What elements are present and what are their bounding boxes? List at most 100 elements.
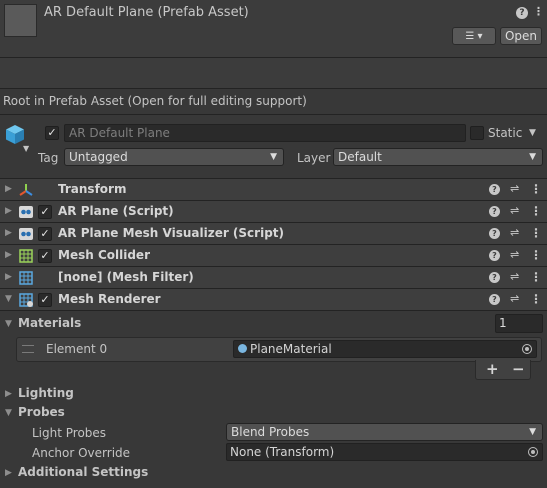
additional-settings-label[interactable]: Additional Settings [18, 465, 148, 479]
preset-icon[interactable]: ⇌ [510, 182, 519, 195]
chevron-down-icon: ▼ [270, 152, 277, 162]
materials-label: Materials [18, 316, 82, 330]
mesh-filter-icon [19, 271, 33, 285]
object-picker-icon[interactable] [522, 344, 532, 354]
material-object-field[interactable]: PlaneMaterial [233, 340, 537, 358]
static-label: Static [488, 126, 523, 140]
component-name: AR Plane (Script) [58, 204, 174, 218]
component-name: [none] (Mesh Filter) [58, 270, 194, 284]
lighting-label[interactable]: Lighting [18, 386, 74, 400]
component-enabled-checkbox[interactable]: ✓ [38, 227, 52, 241]
active-checkbox[interactable]: ✓ [45, 126, 59, 140]
component-mesh-renderer[interactable]: ▼ ✓ Mesh Renderer ? ⇌ ⋮ [0, 288, 547, 310]
list-add-remove-bar: + − [475, 360, 531, 380]
preset-icon[interactable]: ⇌ [510, 292, 519, 305]
foldout-arrow-icon[interactable]: ▼ [5, 294, 12, 304]
preset-icon[interactable]: ⇌ [510, 226, 519, 239]
anchor-override-field[interactable]: None (Transform) [226, 443, 543, 461]
mesh-collider-icon [19, 249, 33, 263]
component-mesh-collider[interactable]: ▶ ✓ Mesh Collider ? ⇌ ⋮ [0, 244, 547, 266]
materials-foldout-icon[interactable]: ▼ [5, 319, 12, 329]
prefab-info-message: Root in Prefab Asset (Open for full edit… [3, 94, 307, 108]
component-enabled-checkbox[interactable]: ✓ [38, 249, 52, 263]
light-probes-label: Light Probes [32, 426, 107, 440]
menu-icon[interactable]: ⋮ [530, 270, 542, 284]
chevron-down-icon: ▼ [529, 427, 536, 437]
preset-icon[interactable]: ⇌ [510, 270, 519, 283]
preset-icon[interactable]: ⇌ [510, 204, 519, 217]
menu-icon[interactable]: ⋮ [530, 226, 542, 240]
component-enabled-checkbox[interactable]: ✓ [38, 293, 52, 307]
menu-icon[interactable]: ⋮ [530, 248, 542, 262]
tag-dropdown[interactable]: Untagged ▼ [64, 148, 284, 166]
material-value: PlaneMaterial [250, 342, 332, 356]
drag-handle-icon[interactable] [22, 345, 34, 353]
tag-label: Tag [38, 151, 59, 165]
script-icon [19, 206, 33, 218]
menu-icon[interactable]: ⋮ [530, 182, 542, 196]
light-probes-value: Blend Probes [231, 425, 310, 439]
foldout-arrow-icon[interactable]: ▶ [5, 184, 12, 194]
icon-dropdown-arrow[interactable]: ▼ [23, 144, 29, 153]
component-name: Mesh Renderer [58, 292, 161, 306]
script-icon [19, 228, 33, 240]
additional-settings-foldout-icon[interactable]: ▶ [5, 468, 12, 478]
component-name: Transform [58, 182, 127, 196]
foldout-arrow-icon[interactable]: ▶ [5, 250, 12, 260]
asset-title: AR Default Plane (Prefab Asset) [44, 5, 249, 20]
list-icon: ☰ ▾ [465, 31, 483, 42]
divider [0, 114, 547, 115]
static-dropdown-arrow[interactable]: ▼ [529, 128, 536, 138]
component-ar-plane-mesh-visualizer[interactable]: ▶ ✓ AR Plane Mesh Visualizer (Script) ? … [0, 222, 547, 244]
material-sphere-icon [238, 344, 247, 353]
tag-value: Untagged [69, 150, 128, 164]
object-picker-icon[interactable] [528, 447, 538, 457]
header-spacer [0, 57, 547, 89]
gameobject-name-field[interactable]: AR Default Plane [64, 124, 466, 142]
add-element-button[interactable]: + [486, 360, 499, 378]
preset-icon[interactable]: ⇌ [510, 248, 519, 261]
menu-icon[interactable]: ⋮ [533, 5, 544, 18]
foldout-arrow-icon[interactable]: ▶ [5, 206, 12, 216]
help-icon[interactable]: ? [516, 7, 528, 19]
menu-icon[interactable]: ⋮ [530, 204, 542, 218]
transform-icon [19, 184, 33, 196]
mesh-renderer-icon [19, 293, 33, 307]
remove-element-button[interactable]: − [512, 360, 525, 378]
chevron-down-icon: ▼ [529, 152, 536, 162]
component-transform[interactable]: ▶ Transform ? ⇌ ⋮ [0, 178, 547, 200]
help-icon[interactable]: ? [489, 206, 500, 217]
anchor-override-label: Anchor Override [32, 446, 131, 460]
anchor-override-value: None (Transform) [230, 445, 335, 459]
list-menu-button[interactable]: ☰ ▾ [452, 27, 496, 45]
light-probes-dropdown[interactable]: Blend Probes ▼ [226, 423, 543, 441]
component-enabled-checkbox[interactable]: ✓ [38, 205, 52, 219]
probes-label[interactable]: Probes [18, 405, 65, 419]
help-icon[interactable]: ? [489, 228, 500, 239]
divider [0, 310, 547, 311]
materials-list: Element 0 PlaneMaterial [16, 337, 542, 362]
layer-label: Layer [297, 151, 331, 165]
layer-dropdown[interactable]: Default ▼ [333, 148, 543, 166]
element-label: Element 0 [46, 342, 108, 356]
component-ar-plane[interactable]: ▶ ✓ AR Plane (Script) ? ⇌ ⋮ [0, 200, 547, 222]
help-icon[interactable]: ? [489, 250, 500, 261]
lighting-foldout-icon[interactable]: ▶ [5, 389, 12, 399]
menu-icon[interactable]: ⋮ [530, 292, 542, 306]
inspector-header: AR Default Plane (Prefab Asset) ? ⋮ ☰ ▾ … [0, 0, 547, 57]
open-button[interactable]: Open [500, 27, 542, 45]
component-name: AR Plane Mesh Visualizer (Script) [58, 226, 285, 240]
foldout-arrow-icon[interactable]: ▶ [5, 228, 12, 238]
prefab-thumbnail [4, 4, 37, 37]
static-checkbox[interactable] [470, 126, 484, 140]
materials-count-field[interactable]: 1 [495, 314, 543, 333]
help-icon[interactable]: ? [489, 294, 500, 305]
layer-value: Default [338, 150, 382, 164]
component-mesh-filter[interactable]: ▶ [none] (Mesh Filter) ? ⇌ ⋮ [0, 266, 547, 288]
help-icon[interactable]: ? [489, 184, 500, 195]
help-icon[interactable]: ? [489, 272, 500, 283]
component-name: Mesh Collider [58, 248, 150, 262]
gameobject-cube-icon [6, 125, 24, 144]
probes-foldout-icon[interactable]: ▼ [5, 408, 12, 418]
foldout-arrow-icon[interactable]: ▶ [5, 272, 12, 282]
